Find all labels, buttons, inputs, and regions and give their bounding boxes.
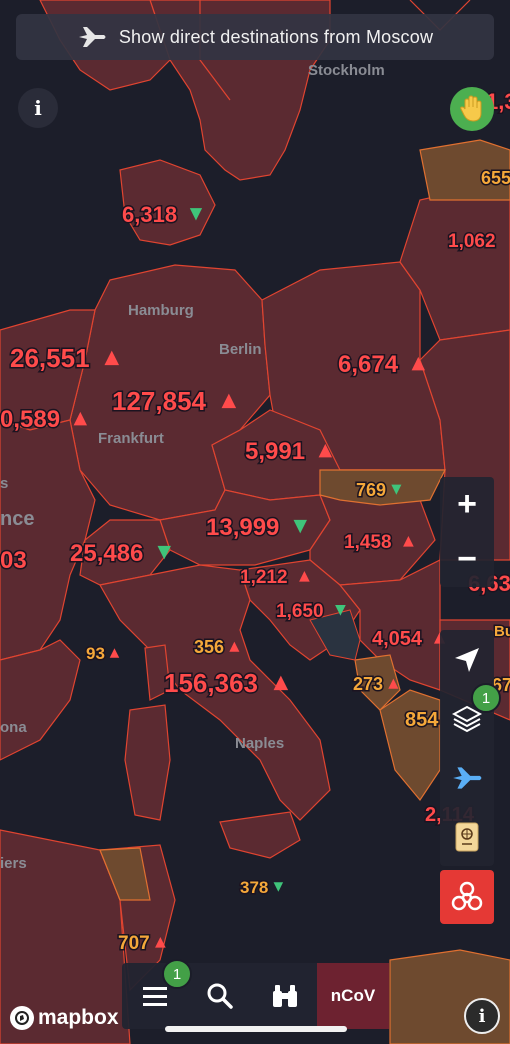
case-count-belgium[interactable]: 26,551: [9, 342, 92, 375]
banner-text: Show direct destinations from Moscow: [118, 26, 434, 47]
trend-up-icon: [388, 678, 399, 689]
trend-down-icon: [157, 545, 171, 560]
case-count-hungary[interactable]: 1,458: [343, 531, 394, 555]
search-icon: [207, 983, 233, 1009]
trend-up-icon: [221, 393, 237, 409]
trend-up-icon: [155, 937, 166, 948]
trend-up-icon: [403, 536, 414, 547]
case-count-serbia[interactable]: 4,054: [371, 627, 425, 652]
case-count-macedonia[interactable]: 854: [404, 708, 441, 733]
city-label-ona: ona: [0, 719, 27, 736]
city-label-naples: Naples: [235, 735, 284, 752]
trend-down-icon: [189, 208, 203, 221]
city-label-nce: nce: [0, 508, 34, 530]
bottom-toolbar: 1 nCoV: [122, 959, 389, 1029]
info-icon: i: [34, 96, 42, 120]
city-label-frankfurt: Frankfurt: [98, 430, 164, 447]
mapbox-logo[interactable]: mapbox: [10, 1006, 119, 1030]
case-count-switzerland[interactable]: 25,486: [69, 539, 145, 569]
case-count-spain[interactable]: 03: [0, 546, 28, 576]
case-count-sanmarino[interactable]: 356: [193, 636, 226, 659]
case-count-malta[interactable]: 378: [239, 877, 270, 899]
case-count-germany[interactable]: 127,854: [111, 385, 209, 418]
biohazard-icon: [451, 881, 483, 911]
layers-badge: 1: [471, 683, 501, 713]
case-count-france[interactable]: 0,589: [0, 405, 62, 435]
case-count-czechia[interactable]: 5,991: [244, 437, 307, 467]
trend-up-icon: [411, 356, 426, 371]
trend-up-icon: [273, 675, 289, 691]
biohazard-button[interactable]: [440, 870, 494, 924]
locate-button[interactable]: [440, 630, 494, 689]
trend-up-icon: [229, 641, 240, 652]
case-count-latvia[interactable]: 655: [480, 167, 510, 190]
case-count-denmark[interactable]: 6,318: [121, 201, 179, 229]
case-count-monaco[interactable]: 93: [85, 643, 107, 665]
city-label-berlin: Berlin: [219, 341, 262, 358]
menu-button[interactable]: 1: [122, 959, 192, 1029]
city-label-s: s: [0, 475, 8, 492]
direct-destinations-banner[interactable]: Show direct destinations from Moscow: [16, 14, 494, 60]
case-count-slovenia[interactable]: 1,212: [239, 566, 290, 590]
mapbox-label: mapbox: [38, 1006, 119, 1029]
case-count-montenegro[interactable]: 273: [352, 673, 385, 696]
trend-up-icon: [73, 411, 88, 426]
trend-down-icon: [335, 605, 346, 616]
case-count-italy[interactable]: 156,363: [163, 667, 260, 700]
zoom-out-button[interactable]: −: [440, 532, 494, 587]
map-tools: 1: [440, 630, 501, 866]
case-count-tunisia[interactable]: 707: [117, 932, 152, 956]
trend-down-icon: [391, 484, 402, 495]
trend-up-icon: [104, 350, 120, 366]
case-count-bu[interactable]: Bu: [493, 622, 510, 642]
zoom-in-button[interactable]: +: [440, 477, 494, 532]
case-count-croatia[interactable]: 1,650: [275, 600, 326, 624]
hand-button[interactable]: [450, 87, 494, 131]
attribution-button[interactable]: i: [464, 998, 500, 1034]
mapbox-icon: [10, 1006, 34, 1030]
case-count-austria[interactable]: 13,999: [205, 513, 281, 543]
binoculars-icon: [272, 985, 297, 1007]
city-label-stockholm: Stockholm: [308, 62, 385, 79]
trend-down-icon: [273, 882, 284, 892]
case-count-poland[interactable]: 6,674: [337, 350, 401, 380]
city-label-iers: iers: [0, 855, 27, 872]
menu-icon: [142, 987, 167, 1006]
hand-icon: [460, 95, 482, 122]
plane-icon: [453, 766, 482, 789]
attribution-info-icon: i: [478, 1005, 486, 1027]
trend-up-icon: [299, 571, 310, 582]
passport-icon: [455, 822, 479, 851]
plane-icon: [78, 27, 106, 47]
trend-up-icon: [109, 648, 120, 658]
case-count-slovakia[interactable]: 769: [355, 479, 388, 502]
zoom-control: + −: [440, 477, 494, 587]
case-count-belarus[interactable]: 1,062: [447, 230, 498, 254]
navigation-arrow-icon: [455, 647, 479, 672]
ncov-button[interactable]: nCoV: [317, 963, 389, 1029]
home-indicator: [165, 1026, 347, 1032]
binoculars-button[interactable]: [252, 963, 317, 1029]
search-button[interactable]: [187, 963, 252, 1029]
flights-button[interactable]: [440, 748, 494, 807]
layers-button[interactable]: 1: [440, 683, 501, 748]
city-label-hamburg: Hamburg: [128, 302, 194, 319]
trend-up-icon: [318, 443, 333, 458]
passport-button[interactable]: [440, 807, 494, 866]
info-button[interactable]: i: [18, 88, 58, 128]
trend-down-icon: [293, 519, 307, 534]
